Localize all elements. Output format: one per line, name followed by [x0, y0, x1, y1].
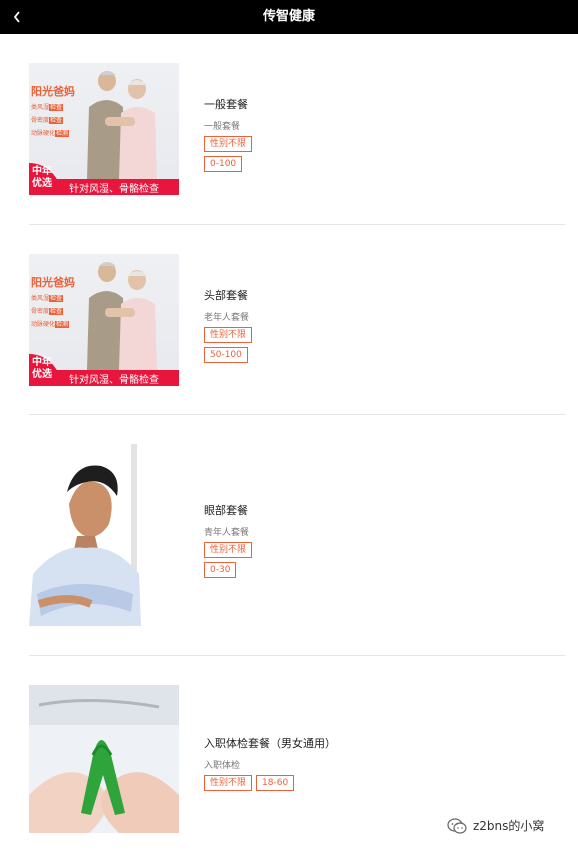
- watermark-text: z2bns的小窝: [473, 819, 545, 833]
- gender-tag: 性别不限: [204, 775, 253, 791]
- package-subtitle: 入职体检: [204, 761, 241, 771]
- page-title: 传智健康: [262, 9, 315, 24]
- package-tags: 性别不限 0-30: [204, 542, 288, 578]
- ribbon-photo: [29, 685, 179, 833]
- package-subtitle: 老年人套餐: [204, 313, 250, 323]
- age-tag: 0-100: [204, 156, 243, 172]
- promo-list: 类风湿检查 骨密度检查 动脉硬化检测: [31, 104, 70, 137]
- gender-tag: 性别不限: [204, 327, 253, 343]
- package-name: 眼部套餐: [204, 504, 248, 517]
- package-info: 入职体检套餐（男女通用） 入职体检 性别不限 18-60: [204, 735, 336, 791]
- promo-brand: 阳光爸妈: [31, 276, 75, 289]
- package-tags: 性别不限 18-60: [204, 775, 324, 791]
- doctor-photo: [29, 444, 141, 626]
- package-tags: 性别不限 0-100: [204, 136, 288, 172]
- package-subtitle: 一般套餐: [204, 122, 241, 132]
- package-thumbnail: 阳光爸妈 类风湿检查 骨密度检查 动脉硬化检测 中年优选 针对风湿、骨骼检查: [29, 254, 179, 386]
- promo-banner-text: 针对风湿、骨骼检查: [69, 184, 159, 195]
- age-tag: 0-30: [204, 562, 237, 578]
- watermark: z2bns的小窝: [447, 817, 544, 834]
- age-tag: 50-100: [204, 347, 248, 363]
- package-thumbnail: [29, 444, 141, 626]
- package-subtitle: 青年人套餐: [204, 528, 250, 538]
- package-thumbnail: 阳光爸妈 类风湿检查 骨密度检查 动脉硬化检测 中年优选 针对风湿、骨骼检查: [29, 63, 179, 195]
- package-info: 头部套餐 老年人套餐 性别不限 50-100: [204, 287, 288, 363]
- promo-image: 阳光爸妈 类风湿检查 骨密度检查 动脉硬化检测 中年优选 针对风湿、骨骼检查: [29, 63, 179, 195]
- promo-image: 阳光爸妈 类风湿检查 骨密度检查 动脉硬化检测 中年优选 针对风湿、骨骼检查: [29, 254, 179, 386]
- age-tag: 18-60: [256, 775, 295, 791]
- promo-brand: 阳光爸妈: [31, 85, 75, 98]
- promo-banner-text: 针对风湿、骨骼检查: [69, 375, 159, 386]
- package-tags: 性别不限 50-100: [204, 327, 288, 363]
- couple-photo: [87, 71, 157, 179]
- package-name: 头部套餐: [204, 289, 248, 302]
- package-name: 入职体检套餐（男女通用）: [204, 737, 336, 750]
- divider: [29, 655, 565, 656]
- package-name: 一般套餐: [204, 98, 248, 111]
- gender-tag: 性别不限: [204, 136, 253, 152]
- package-info: 眼部套餐 青年人套餐 性别不限 0-30: [204, 502, 288, 578]
- divider: [29, 414, 565, 415]
- divider: [29, 224, 565, 225]
- couple-photo: [87, 262, 157, 370]
- top-bar: 传智健康: [0, 0, 578, 34]
- wechat-icon: [447, 817, 467, 834]
- package-thumbnail: [29, 685, 179, 833]
- promo-corner-text: 中年优选: [32, 166, 52, 189]
- promo-corner-text: 中年优选: [32, 357, 52, 380]
- promo-list: 类风湿检查 骨密度检查 动脉硬化检测: [31, 295, 70, 328]
- gender-tag: 性别不限: [204, 542, 253, 558]
- package-info: 一般套餐 一般套餐 性别不限 0-100: [204, 96, 288, 172]
